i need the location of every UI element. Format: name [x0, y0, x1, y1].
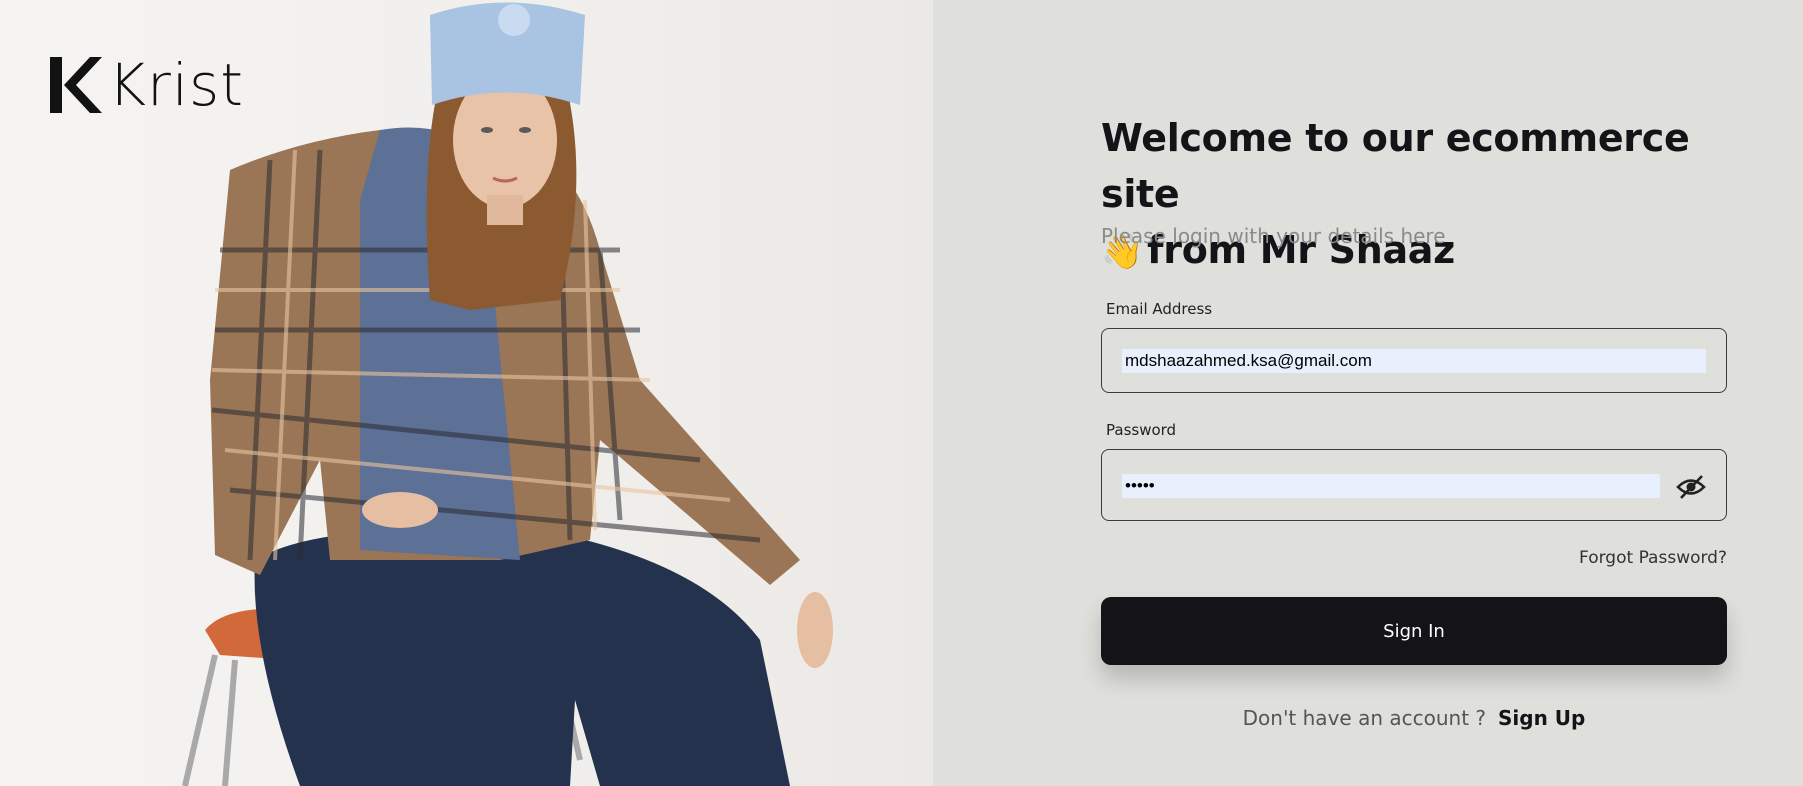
- password-field[interactable]: •••••: [1101, 449, 1727, 521]
- no-account-text: Don't have an account ?: [1242, 706, 1487, 730]
- page-title: Welcome to our ecommerce site 👋 from Mr S…: [1101, 110, 1761, 280]
- login-panel: Welcome to our ecommerce site 👋 from Mr S…: [933, 0, 1803, 786]
- password-label: Password: [1106, 421, 1177, 439]
- brand-logo[interactable]: Krist: [50, 56, 244, 114]
- k-mark-icon: [50, 57, 102, 113]
- password-input[interactable]: •••••: [1122, 474, 1660, 498]
- email-label: Email Address: [1106, 300, 1213, 318]
- sign-up-link[interactable]: Sign Up: [1498, 706, 1585, 730]
- eye-off-icon[interactable]: [1676, 474, 1706, 500]
- brand-name: Krist: [108, 51, 244, 119]
- sign-in-button[interactable]: Sign In: [1101, 597, 1727, 665]
- email-input[interactable]: mdshaazahmed.ksa@gmail.com: [1122, 349, 1706, 373]
- email-field[interactable]: mdshaazahmed.ksa@gmail.com: [1101, 328, 1727, 393]
- page-subtitle: Please login with your details here: [1101, 224, 1446, 248]
- signup-prompt: Don't have an account ? Sign Up: [933, 706, 1803, 730]
- heading-line-1: Welcome to our ecommerce site: [1101, 116, 1690, 216]
- hero-image-panel: Krist: [0, 0, 933, 786]
- forgot-password-link[interactable]: Forgot Password?: [1579, 548, 1727, 568]
